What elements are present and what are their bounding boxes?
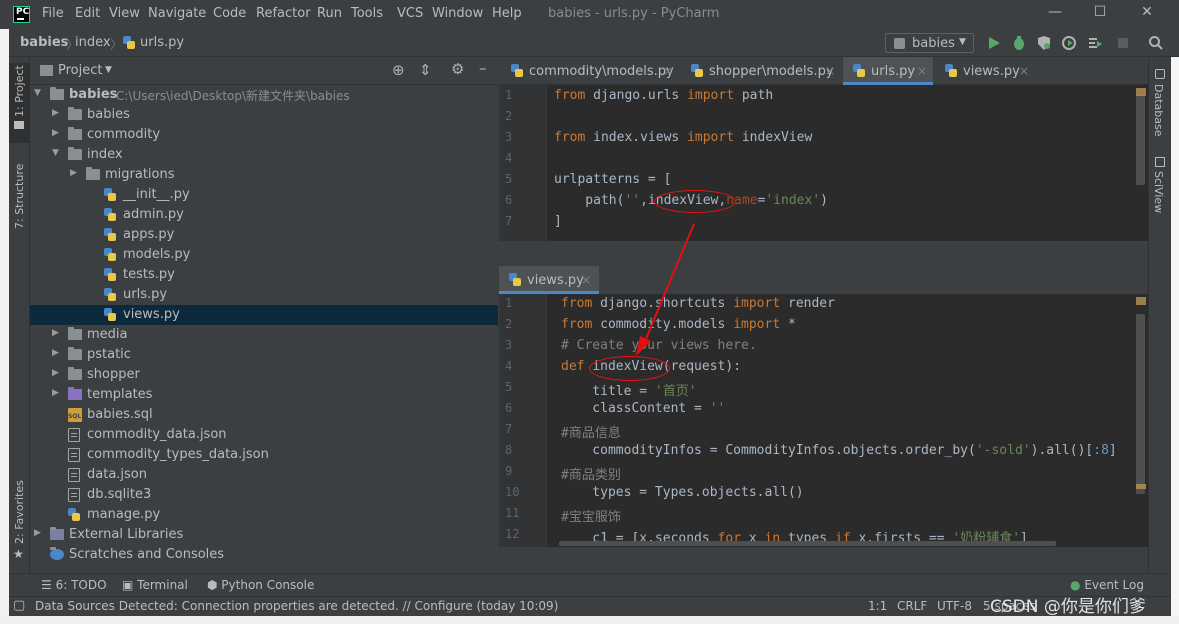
background-desktop-bottom <box>0 616 1179 624</box>
status-toggle-icon[interactable]: ▢ <box>13 598 25 613</box>
event-log-icon: ● <box>1070 578 1081 592</box>
event-log-label: Event Log <box>1084 578 1144 592</box>
annotation-arrow <box>636 223 695 356</box>
tool-window-event-log[interactable]: ● Event Log <box>1070 578 1144 592</box>
file-encoding[interactable]: UTF-8 <box>937 599 972 613</box>
csdn-watermark: CSDN @你是你们爹 <box>990 597 1146 617</box>
python-console-label: Python Console <box>221 578 315 592</box>
todo-label: 6: TODO <box>55 578 107 592</box>
status-message[interactable]: Data Sources Detected: Connection proper… <box>35 599 558 613</box>
tool-window-todo[interactable]: ☰ 6: TODO <box>41 578 107 592</box>
tool-window-python-console[interactable]: ⬢ Python Console <box>207 578 314 592</box>
line-separator[interactable]: CRLF <box>897 599 927 613</box>
caret-position[interactable]: 1:1 <box>868 599 887 613</box>
terminal-label: Terminal <box>137 578 188 592</box>
tool-window-terminal[interactable]: ▣ Terminal <box>122 578 188 592</box>
pycharm-window: PC File Edit View Navigate Code Refactor Run To… <box>0 0 1179 624</box>
